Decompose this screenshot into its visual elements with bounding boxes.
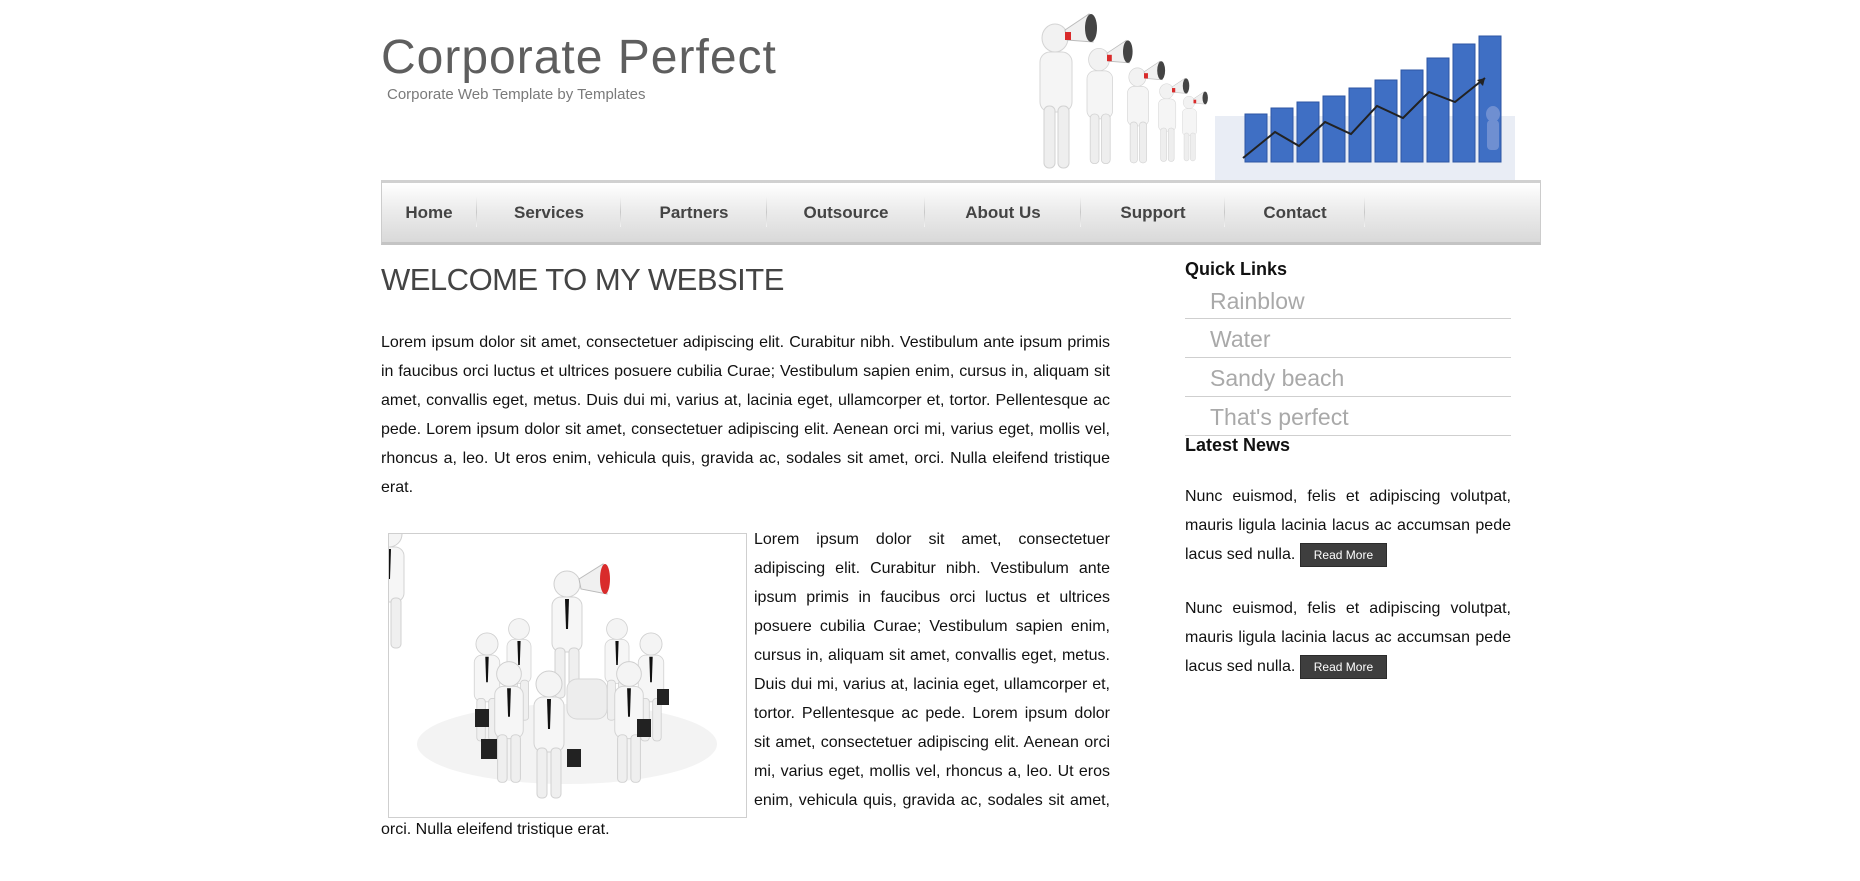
nav-item-contact[interactable]: Contact <box>1226 183 1364 242</box>
nav-item-about-us[interactable]: About Us <box>926 183 1080 242</box>
nav-divider <box>476 197 477 227</box>
quick-link-rainblow[interactable]: Rainblow <box>1185 281 1511 319</box>
nav-divider <box>620 197 621 227</box>
team-megaphone-icon <box>373 520 717 799</box>
main-nav: Home Services Partners Outsource About U… <box>381 180 1541 245</box>
nav-divider <box>766 197 767 227</box>
nav-divider <box>1364 197 1365 227</box>
site-title[interactable]: Corporate Perfect <box>381 34 777 82</box>
nav-item-partners[interactable]: Partners <box>622 183 766 242</box>
intro-paragraph: Lorem ipsum dolor sit amet, consectetuer… <box>381 334 1110 496</box>
nav-divider <box>924 197 925 227</box>
news-item: Nunc euismod, felis et adipiscing volutp… <box>1185 482 1511 569</box>
read-more-button[interactable]: Read More <box>1299 542 1388 567</box>
people-megaphone-icon <box>1039 13 1209 169</box>
page-heading: WELCOME TO MY WEBSITE <box>381 262 784 297</box>
nav-divider <box>1224 197 1225 227</box>
nav-item-home[interactable]: Home <box>382 183 476 242</box>
nav-item-support[interactable]: Support <box>1082 183 1224 242</box>
site-subtitle: Corporate Web Template by Templates <box>387 86 646 103</box>
nav-item-services[interactable]: Services <box>478 183 620 242</box>
rising-chart-icon <box>1215 35 1515 181</box>
quick-links-list: Rainblow Water Sandy beach That's perfec… <box>1185 281 1511 436</box>
quick-link-thats-perfect[interactable]: That's perfect <box>1185 397 1511 436</box>
latest-news-heading: Latest News <box>1185 435 1291 455</box>
quick-links-heading: Quick Links <box>1185 259 1288 279</box>
news-item: Nunc euismod, felis et adipiscing volutp… <box>1185 594 1511 681</box>
quick-link-sandy-beach[interactable]: Sandy beach <box>1185 358 1511 397</box>
read-more-button[interactable]: Read More <box>1299 654 1388 679</box>
quick-link-water[interactable]: Water <box>1185 319 1511 358</box>
page: Corporate Perfect Corporate Web Template… <box>0 0 1860 881</box>
team-image <box>373 520 747 818</box>
nav-item-outsource[interactable]: Outsource <box>768 183 924 242</box>
header-banner-image <box>1039 13 1515 181</box>
nav-divider <box>1080 197 1081 227</box>
